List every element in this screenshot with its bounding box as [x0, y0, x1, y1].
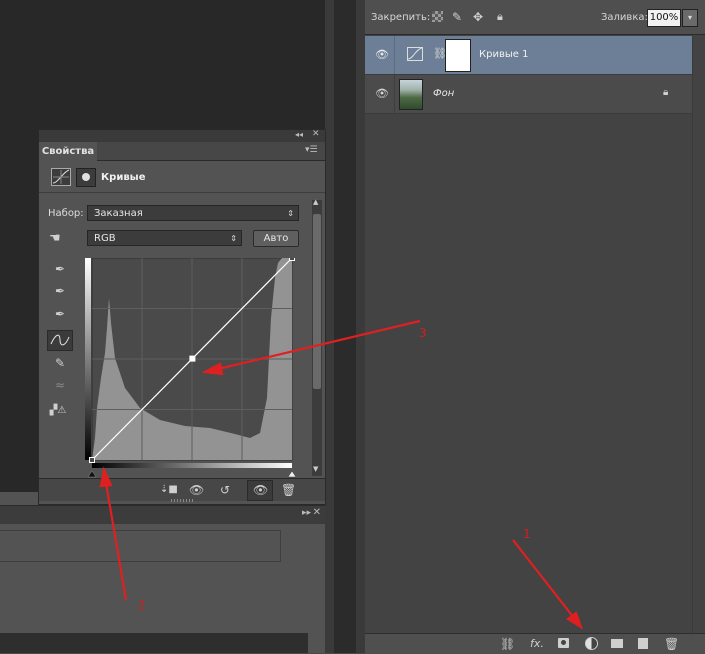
arrow-2 [104, 482, 128, 601]
annotation-label-3: 3 [419, 326, 427, 340]
annotation-label-1: 1 [523, 527, 531, 541]
annotation-overlay [99, 319, 584, 630]
arrow-1-head [566, 611, 584, 630]
annotation-label-2: 2 [138, 598, 146, 612]
arrow-2-head [99, 466, 113, 488]
arrow-1 [512, 539, 575, 619]
arrow-3 [217, 319, 421, 371]
arrow-3-head [201, 362, 224, 376]
